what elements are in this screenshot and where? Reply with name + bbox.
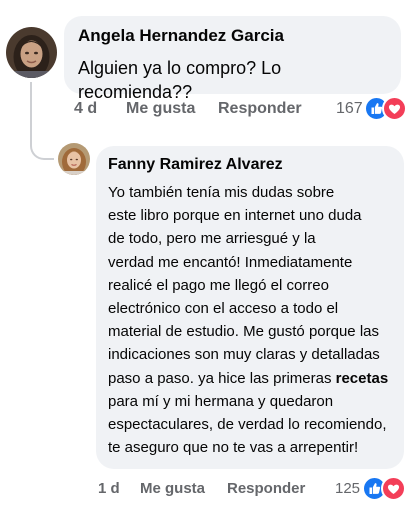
reply-actions: 1 d Me gusta Responder: [98, 480, 338, 500]
reply-line: realicé el pago me llegó el correo: [108, 276, 329, 294]
comment-time[interactable]: 4 d: [74, 100, 97, 118]
avatar[interactable]: [6, 27, 57, 78]
reply-reaction-count[interactable]: 125: [335, 480, 360, 497]
reply-line: para mí y mi hermana y quedaron: [108, 392, 334, 410]
thread-connector: [30, 128, 54, 160]
reply-line: material de estudio. Me gustó porque las: [108, 323, 379, 341]
reply-line: este libro porque en internet uno duda: [108, 207, 362, 225]
reply-line: paso a paso. ya hice las primeras receta…: [108, 367, 392, 390]
comment-text: Alguien ya lo compro? Lo recomienda??: [78, 58, 282, 102]
reply-line: espectaculares, de verdad lo recomiendo,: [108, 416, 387, 434]
reply-bold-word: recetas: [335, 369, 389, 387]
reply-time[interactable]: 1 d: [98, 480, 120, 497]
reply-line: verdad me encantó! Inmediatamente: [108, 253, 353, 271]
reply-line: te aseguro que no te vas a arrepentir!: [108, 439, 359, 457]
comment-reaction-count[interactable]: 167: [336, 100, 363, 118]
reply-like-button[interactable]: Me gusta: [140, 480, 205, 497]
avatar[interactable]: [58, 143, 90, 175]
love-icon[interactable]: [382, 96, 407, 121]
comment-reply-button[interactable]: Responder: [218, 100, 302, 118]
reply-author[interactable]: Fanny Ramirez Alvarez: [108, 156, 392, 174]
reply-line: indicaciones son muy claras y detalladas: [108, 346, 380, 364]
thread-line: [30, 82, 32, 132]
reply-line: electrónico con el acceso a todo el: [108, 300, 339, 318]
reply-line-text: paso a paso. ya hice las primeras: [108, 369, 336, 387]
reply-reply-button[interactable]: Responder: [227, 480, 305, 497]
comment-author[interactable]: Angela Hernandez Garcia: [78, 26, 387, 46]
love-icon[interactable]: [381, 476, 406, 501]
comment-like-button[interactable]: Me gusta: [126, 100, 195, 118]
reply-text: Yo también tenía mis dudas sobre este li…: [108, 181, 392, 459]
reply-line: Yo también tenía mis dudas sobre: [108, 184, 335, 201]
comment-bubble: Angela Hernandez Garcia Alguien ya lo co…: [64, 16, 401, 102]
reply-line: de todo, pero me arriesgué y la: [108, 230, 316, 248]
reply-bubble: Fanny Ramirez Alvarez Yo también tenía m…: [96, 146, 404, 469]
